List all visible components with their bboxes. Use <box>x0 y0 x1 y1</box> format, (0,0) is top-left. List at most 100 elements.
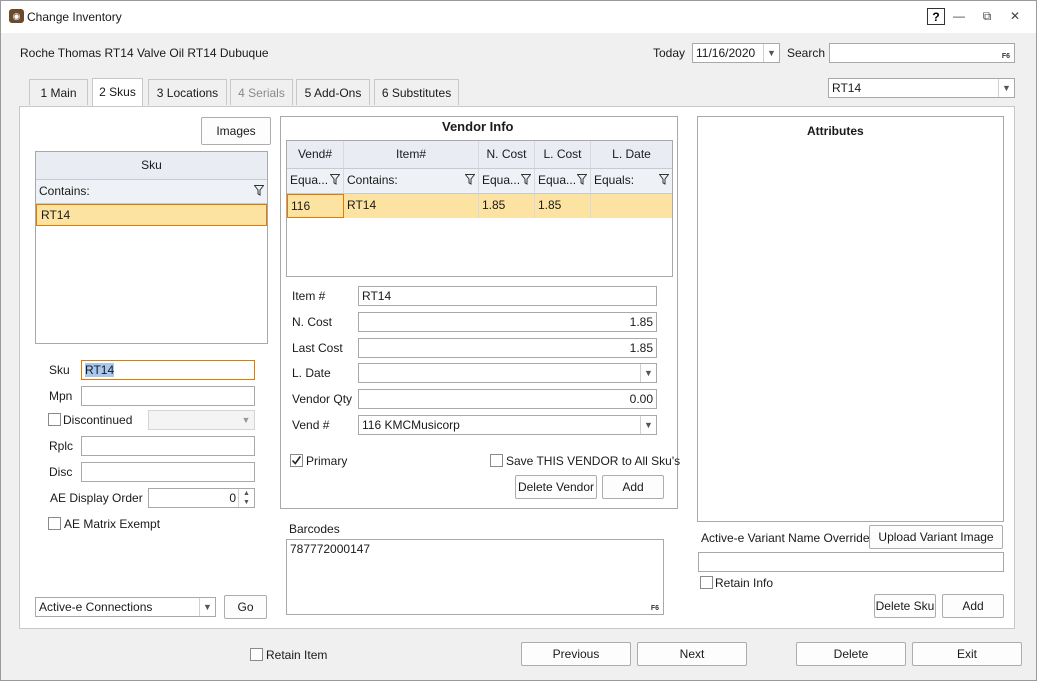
discontinued-label: Discontinued <box>63 413 133 427</box>
tab-main[interactable]: 1 Main <box>29 79 88 105</box>
today-label: Today <box>653 46 686 60</box>
rplc-field[interactable] <box>81 436 255 456</box>
today-date-field[interactable]: 11/16/2020 ▼ <box>692 43 780 63</box>
mpn-label: Mpn <box>49 389 73 403</box>
upload-variant-image-button[interactable]: Upload Variant Image <box>869 525 1003 549</box>
retain-item-checkbox[interactable] <box>250 648 263 661</box>
barcodes-hotkey-badge: F6 <box>650 605 659 612</box>
delete-button[interactable]: Delete <box>796 642 906 666</box>
ae-display-order-value: 0 <box>229 491 236 505</box>
retain-info-checkbox[interactable] <box>700 576 713 589</box>
sku-selector-value: RT14 <box>832 81 862 95</box>
next-button[interactable]: Next <box>637 642 747 666</box>
chevron-down-icon[interactable]: ▼ <box>199 598 215 616</box>
disc-field[interactable] <box>81 462 255 482</box>
item-description: Roche Thomas RT14 Valve Oil RT14 Dubuque <box>20 46 269 60</box>
delete-vendor-button[interactable]: Delete Vendor <box>515 475 597 499</box>
ae-matrix-exempt-label: AE Matrix Exempt <box>64 517 161 531</box>
tab-substitutes[interactable]: 6 Substitutes <box>374 79 459 105</box>
vendor-filter-vend-text: Equa... <box>290 173 329 187</box>
app-owl-icon: ◉ <box>9 9 24 23</box>
add-vendor-button[interactable]: Add <box>602 475 664 499</box>
ncost-field[interactable]: 1.85 <box>358 312 657 332</box>
save-vendor-all-skus-checkbox[interactable] <box>490 454 503 467</box>
chevron-down-icon[interactable]: ▼ <box>238 411 254 429</box>
chevron-down-icon[interactable]: ▼ <box>640 364 656 382</box>
vendor-col-item[interactable]: Item# <box>344 141 479 168</box>
tab-locations[interactable]: 3 Locations <box>148 79 227 105</box>
disc-label: Disc <box>49 465 73 479</box>
vendor-filter-ncost[interactable]: Equa... <box>479 169 535 193</box>
filter-funnel-icon[interactable] <box>659 174 669 185</box>
vendor-filter-lcost[interactable]: Equa... <box>535 169 591 193</box>
ae-matrix-exempt-checkbox[interactable] <box>48 517 61 530</box>
sku-grid-header: Sku <box>36 152 267 180</box>
window-title: Change Inventory <box>27 10 122 24</box>
vendor-col-ncost[interactable]: N. Cost <box>479 141 535 168</box>
barcodes-textarea[interactable]: 787772000147 F6 <box>286 539 664 615</box>
vendor-grid-filter-row: Equa... Contains: Equa... Equa... Equals… <box>287 169 672 194</box>
delete-sku-button[interactable]: Delete Sku <box>874 594 936 618</box>
chevron-down-icon[interactable]: ▼ <box>763 44 779 62</box>
sku-selector-dropdown[interactable]: RT14 ▼ <box>828 78 1015 98</box>
vendor-qty-field[interactable]: 0.00 <box>358 389 657 409</box>
vendor-info-title: Vendor Info <box>442 119 514 134</box>
sku-grid: Sku Contains: RT14 <box>35 151 268 344</box>
sku-grid-filter[interactable]: Contains: <box>36 180 267 204</box>
title-bar: ◉ Change Inventory ? — ⧉ ✕ <box>1 1 1036 33</box>
search-input[interactable]: F6 <box>829 43 1015 63</box>
vendor-col-ldate[interactable]: L. Date <box>591 141 672 168</box>
vendor-row-ncost[interactable]: 1.85 <box>479 194 535 218</box>
item-number-field[interactable]: RT14 <box>358 286 657 306</box>
filter-funnel-icon[interactable] <box>577 174 587 185</box>
table-row[interactable]: 116 RT14 1.85 1.85 <box>287 194 672 218</box>
vendor-filter-ldate-text: Equals: <box>594 173 635 187</box>
filter-funnel-icon[interactable] <box>330 174 340 185</box>
discontinued-dropdown[interactable]: ▼ <box>148 410 255 430</box>
search-hotkey-badge: F6 <box>1001 53 1010 60</box>
tab-add-ons[interactable]: 5 Add-Ons <box>296 79 370 105</box>
minimize-icon[interactable]: — <box>950 8 968 25</box>
vendor-row-lcost[interactable]: 1.85 <box>535 194 591 218</box>
ae-display-order-stepper[interactable]: 0 ▲ ▼ <box>148 488 255 508</box>
vendor-filter-vend[interactable]: Equa... <box>287 169 344 193</box>
ldate-label: L. Date <box>292 366 331 380</box>
sku-grid-row[interactable]: RT14 <box>36 204 267 226</box>
active-e-connections-dropdown[interactable]: Active-e Connections ▼ <box>35 597 216 617</box>
vendor-col-lcost[interactable]: L. Cost <box>535 141 591 168</box>
mpn-field[interactable] <box>81 386 255 406</box>
vendor-row-vend[interactable]: 116 <box>287 194 344 218</box>
vendor-filter-item[interactable]: Contains: <box>344 169 479 193</box>
vendor-qty-label: Vendor Qty <box>292 392 353 406</box>
previous-button[interactable]: Previous <box>521 642 631 666</box>
stepper-arrows-icon[interactable]: ▲ ▼ <box>238 489 254 507</box>
filter-funnel-icon[interactable] <box>254 185 264 196</box>
ldate-field[interactable]: ▼ <box>358 363 657 383</box>
chevron-down-icon[interactable]: ▼ <box>998 79 1014 97</box>
tab-serials[interactable]: 4 Serials <box>230 79 293 105</box>
vendor-col-vend[interactable]: Vend# <box>287 141 344 168</box>
vendor-row-item[interactable]: RT14 <box>344 194 479 218</box>
tab-skus[interactable]: 2 Skus <box>92 78 143 107</box>
vend-number-dropdown[interactable]: 116 KMCMusicorp ▼ <box>358 415 657 435</box>
go-button[interactable]: Go <box>224 595 267 619</box>
vendor-filter-ldate[interactable]: Equals: <box>591 169 672 193</box>
ae-display-order-label: AE Display Order <box>50 491 143 505</box>
sku-field[interactable]: RT14 <box>81 360 255 380</box>
primary-checkbox[interactable] <box>290 454 303 467</box>
filter-funnel-icon[interactable] <box>465 174 475 185</box>
help-button[interactable]: ? <box>927 8 945 25</box>
vendor-row-ldate[interactable] <box>591 194 672 218</box>
chevron-down-icon[interactable]: ▼ <box>640 416 656 434</box>
last-cost-field[interactable]: 1.85 <box>358 338 657 358</box>
restore-icon[interactable]: ⧉ <box>978 8 996 25</box>
images-button[interactable]: Images <box>201 117 271 145</box>
close-icon[interactable]: ✕ <box>1006 8 1024 25</box>
add-sku-button[interactable]: Add <box>942 594 1004 618</box>
exit-button[interactable]: Exit <box>912 642 1022 666</box>
discontinued-checkbox[interactable] <box>48 413 61 426</box>
vend-number-value: 116 KMCMusicorp <box>362 418 460 432</box>
attributes-title: Attributes <box>807 124 864 138</box>
variant-name-override-field[interactable] <box>698 552 1004 572</box>
filter-funnel-icon[interactable] <box>521 174 531 185</box>
